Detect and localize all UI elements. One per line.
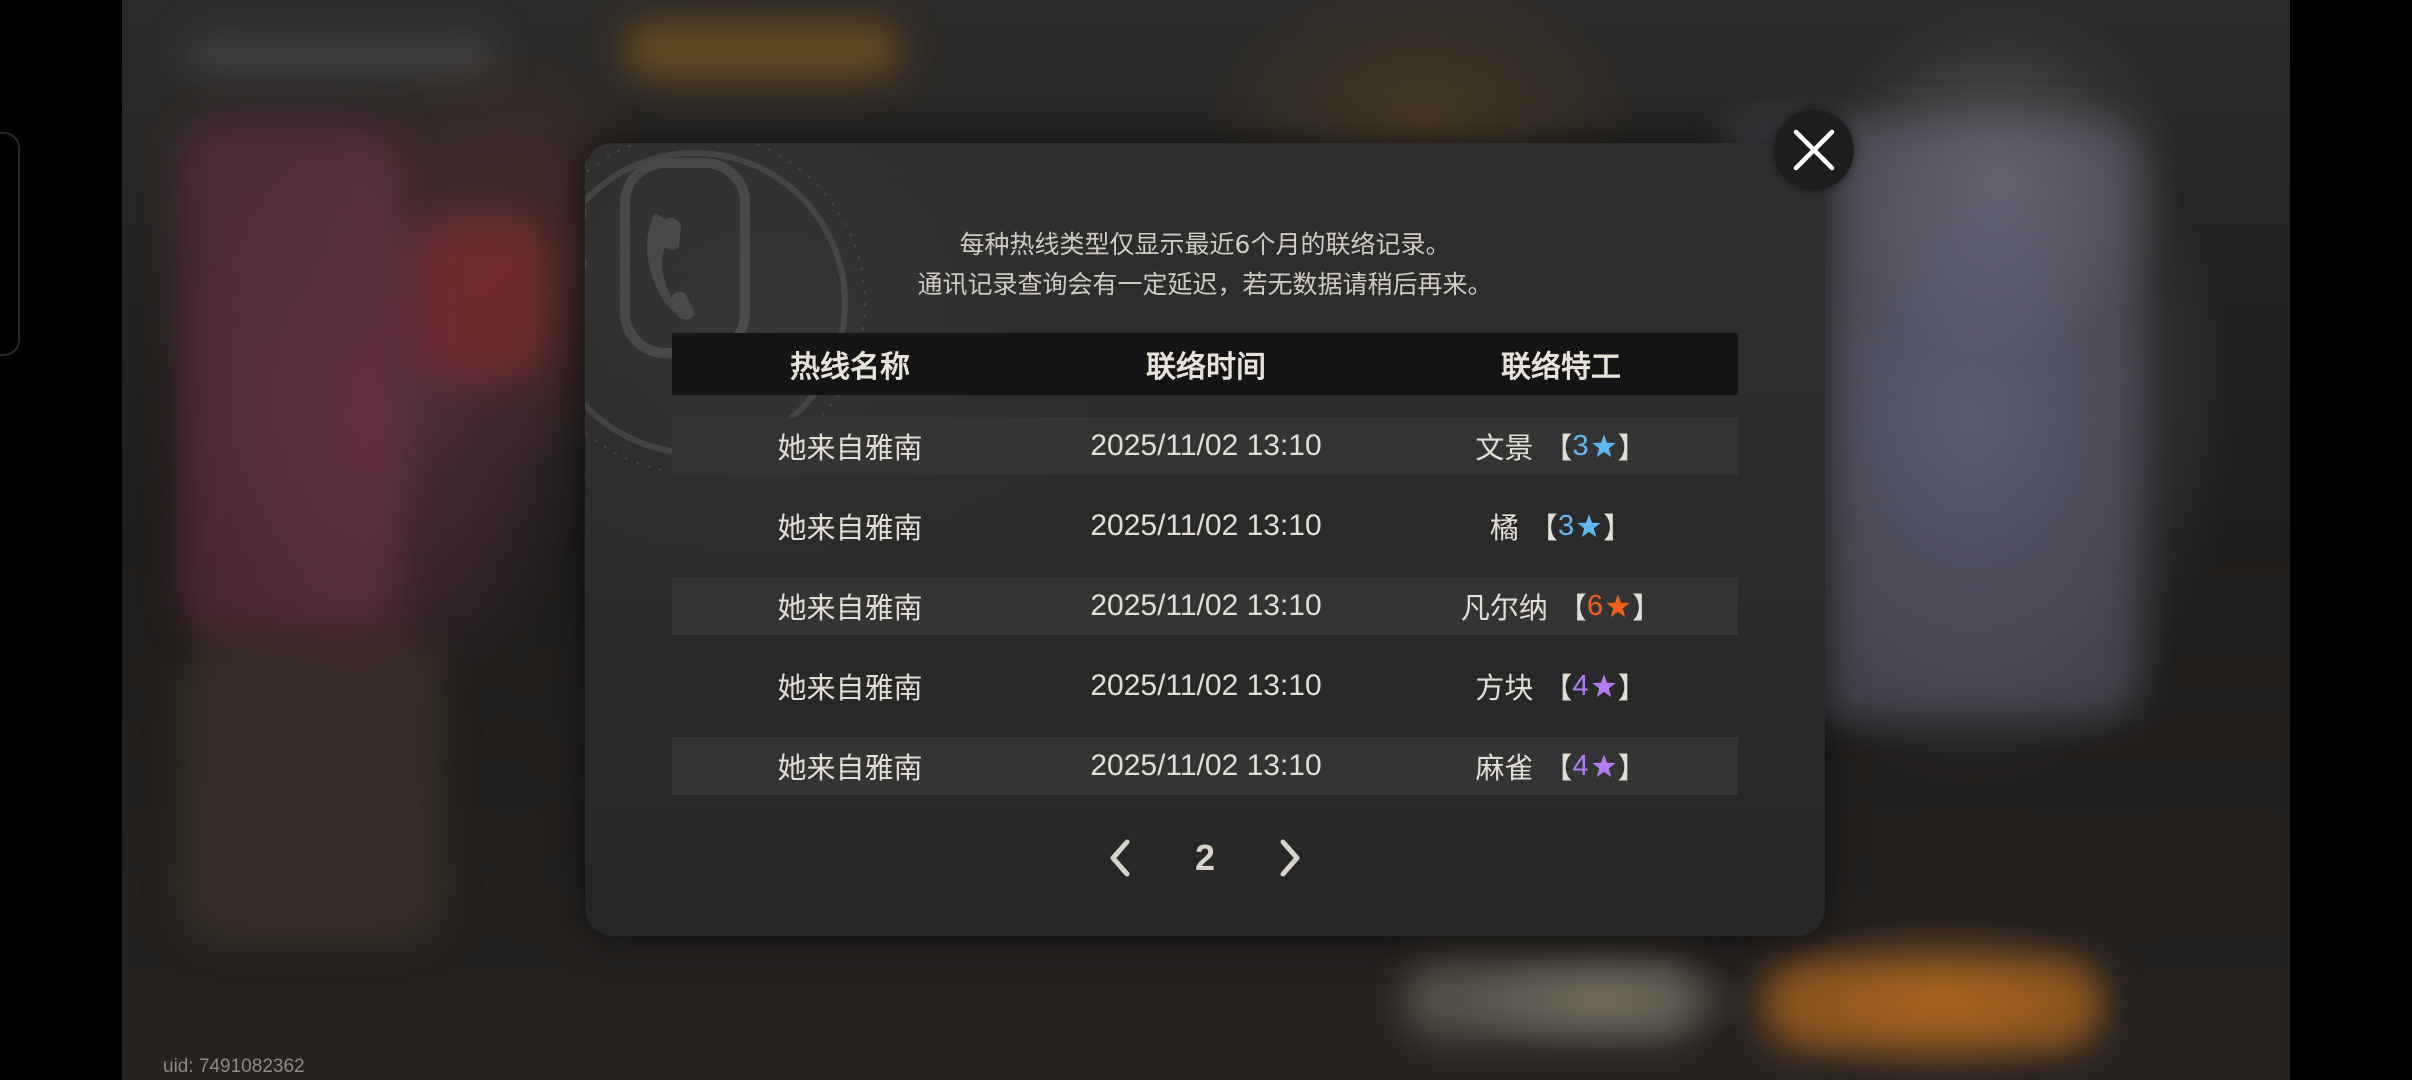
agent-name: 橘 [1489,511,1519,545]
pagination: 2 [585,833,1825,883]
hotline-name-cell: 她来自雅南 [777,671,923,705]
table-row: 她来自雅南 2025/11/02 13:10 方块【4 】 [672,657,1738,715]
agent-rank: 3 [1557,509,1575,542]
agent-name: 方块 [1475,671,1534,705]
agent-name: 凡尔纳 [1460,591,1548,625]
bracket-close: 】 [1603,511,1633,545]
rank-star-icon [1577,514,1601,537]
agent-rank: 4 [1572,669,1589,702]
rank-star-icon [1591,754,1616,777]
contact-time-cell: 2025/11/02 13:10 [1090,429,1322,462]
uid-label: uid: 7491082362 [163,1056,305,1077]
agent-cell: 凡尔纳【6 】 [1384,585,1738,627]
rank-star-icon [1591,434,1616,457]
agent-name: 麻雀 [1475,751,1534,785]
rank-star-icon [1606,594,1630,617]
rank-star-icon [1591,674,1616,697]
agent-cell: 麻雀【4 】 [1384,745,1738,787]
hotline-name-cell: 她来自雅南 [777,751,923,785]
agent-cell: 文景【3 】 [1384,425,1738,467]
table-row: 她来自雅南 2025/11/02 13:10 橘【3 】 [672,497,1738,555]
bracket-open: 【 [1557,591,1587,625]
bracket-close: 】 [1617,751,1647,785]
header-hotline-name: 热线名称 [790,350,910,385]
notice-line-2: 通讯记录查询会有一定延迟，若无数据请稍后再来。 [917,270,1493,299]
hotline-name-cell: 她来自雅南 [777,431,923,465]
hotline-name-cell: 她来自雅南 [777,511,923,545]
table-body: 她来自雅南 2025/11/02 13:10 文景【3】她来自雅南 2025/11/0… [672,417,1738,795]
agent-rank: 4 [1572,749,1589,782]
agent-rank: 6 [1586,589,1604,622]
contact-records-table: 热线名称 联络时间 联络特工 她来自雅南 2025/11/02 13:10 文景【3… [672,333,1738,817]
close-button[interactable] [1774,110,1854,190]
bracket-open: 【 [1528,511,1558,545]
hotline-name-cell: 她来自雅南 [777,591,923,625]
chevron-right-icon [1280,839,1300,877]
bracket-close: 】 [1632,591,1662,625]
agent-name: 文景 [1475,431,1534,465]
screen: uid: 7491082362 每种热线类型仅显示最近6个月的联络记录。 通讯记… [0,0,2412,1080]
current-page-number: 2 [1194,837,1216,878]
contact-records-modal: 每种热线类型仅显示最近6个月的联络记录。 通讯记录查询会有一定延迟，若无数据请稍… [585,143,1825,936]
chevron-left-icon [1110,839,1130,877]
bracket-close: 】 [1617,431,1647,465]
contact-time-cell: 2025/11/02 13:10 [1090,749,1322,782]
table-row: 她来自雅南 2025/11/02 13:10 麻雀【4 】 [672,737,1738,795]
bracket-open: 【 [1543,671,1573,705]
notice-line-1: 每种热线类型仅显示最近6个月的联络记录。 [959,230,1451,259]
close-icon [1793,129,1835,171]
agent-cell: 橘【3 】 [1384,505,1738,547]
bracket-close: 】 [1617,671,1647,705]
header-contact-time: 联络时间 [1146,350,1266,385]
contact-time-cell: 2025/11/02 13:10 [1090,509,1322,542]
prev-page-button[interactable] [1095,833,1145,883]
next-page-button[interactable] [1265,833,1315,883]
table-row: 她来自雅南 2025/11/02 13:10 文景【3 】 [672,417,1738,475]
bracket-open: 【 [1543,751,1573,785]
agent-cell: 方块【4 】 [1384,665,1738,707]
header-contact-agent: 联络特工 [1501,350,1621,385]
contact-time-cell: 2025/11/02 13:10 [1090,589,1322,622]
left-edge-tab [0,132,20,356]
table-header: 热线名称 联络时间 联络特工 [672,333,1738,395]
agent-rank: 3 [1572,429,1589,462]
bracket-open: 【 [1543,431,1573,465]
contact-time-cell: 2025/11/02 13:10 [1090,669,1322,702]
table-row: 她来自雅南 2025/11/02 13:10 凡尔纳【6 】 [672,577,1738,635]
